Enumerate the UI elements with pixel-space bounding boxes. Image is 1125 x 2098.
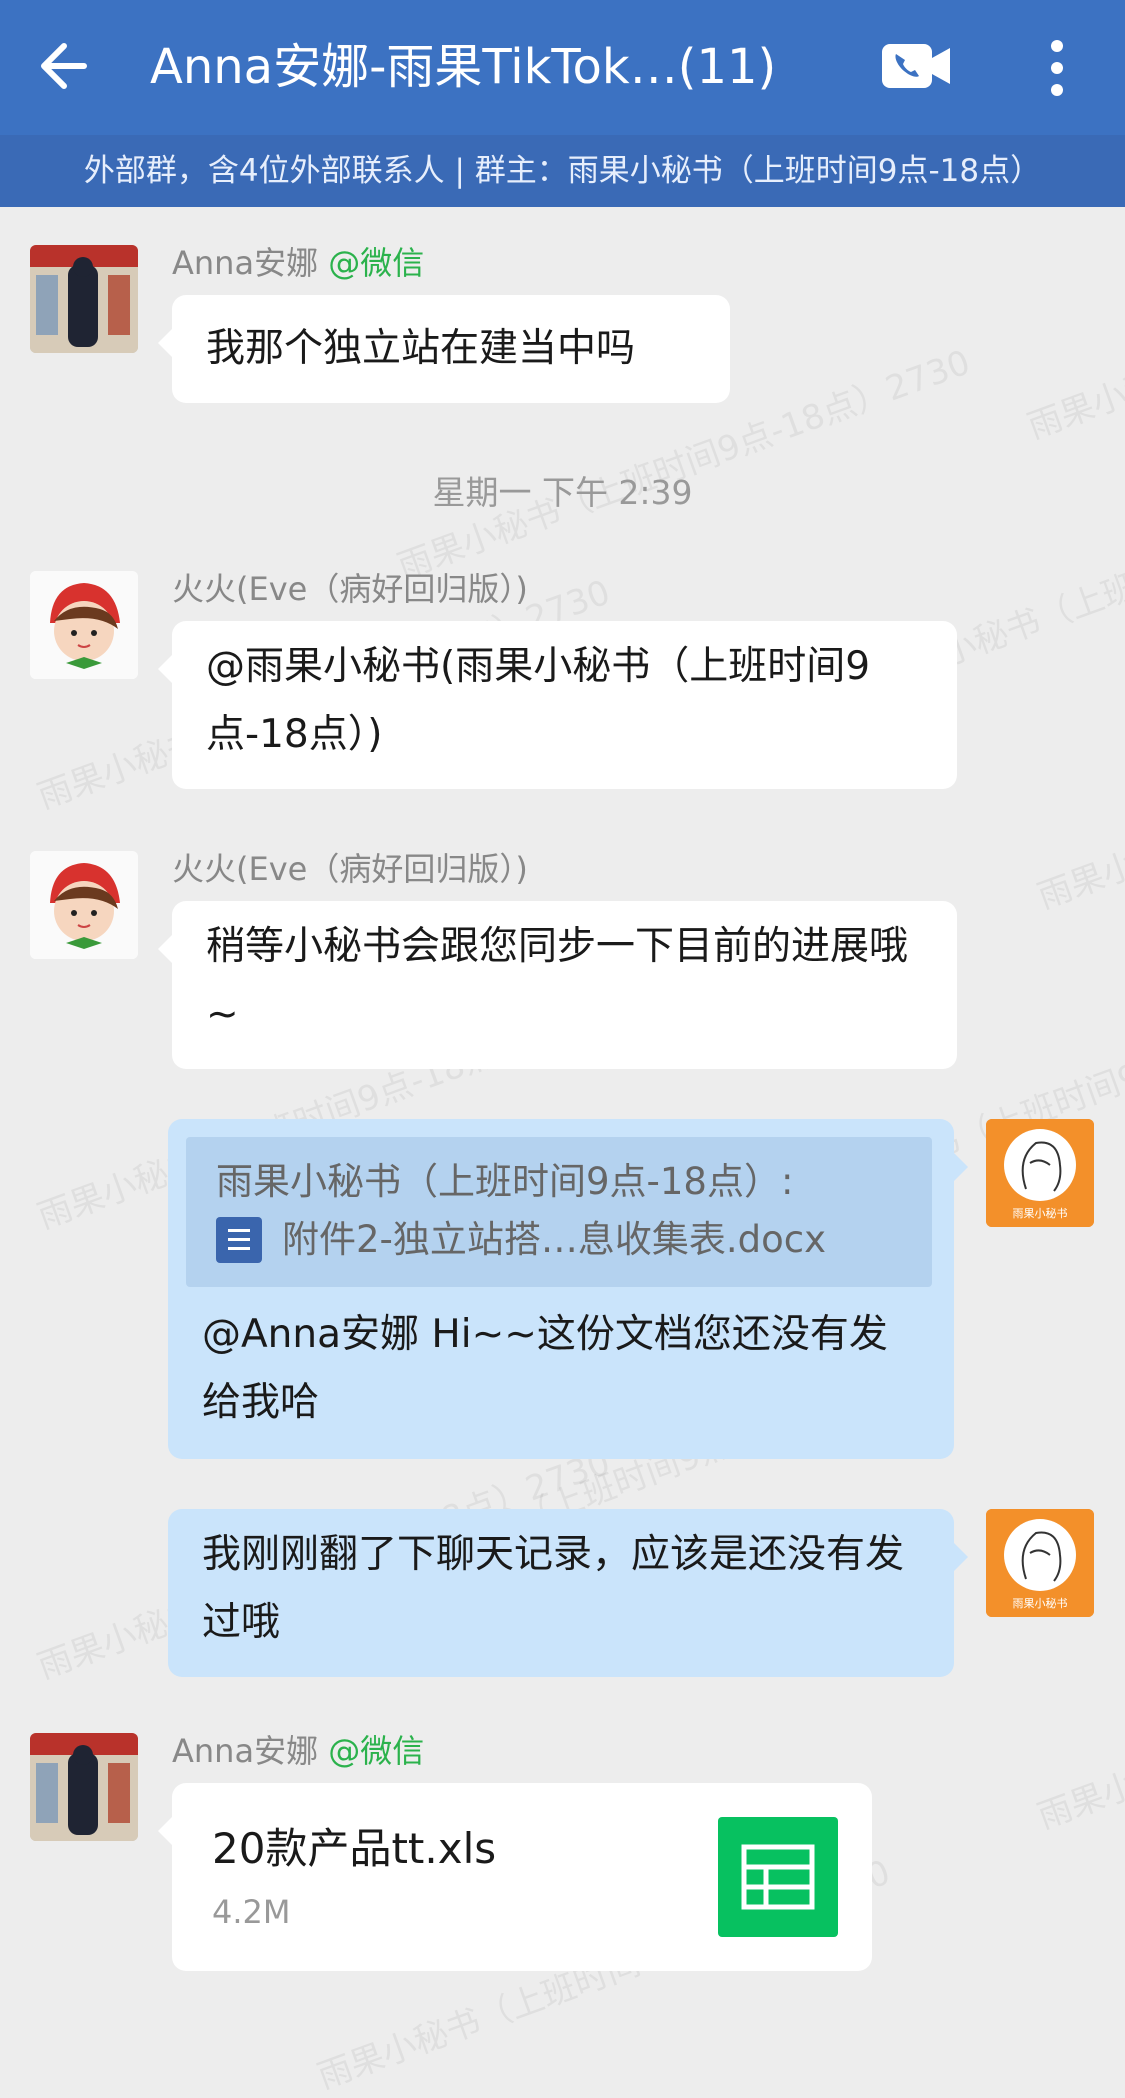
sender-source-tag: @微信 — [328, 1732, 425, 1770]
chat-message-list[interactable]: 雨果小秘书（上班时间9点-18点）2730 雨果小秘书（上班时间9点-18点）2… — [0, 202, 1125, 2097]
message-bubble-self[interactable]: 我刚刚翻了下聊天记录，应该是还没有发过哦 — [168, 1509, 968, 1677]
chat-header: Anna安娜-雨果TikTok…(11) — [0, 0, 1125, 135]
avatar-anna[interactable] — [30, 245, 138, 353]
back-arrow-icon[interactable] — [34, 34, 98, 98]
message-text: 稍等小秘书会跟您同步一下目前的进展哦~ — [206, 924, 909, 1037]
message-text: 我那个独立站在建当中吗 — [206, 326, 636, 371]
avatar-label: 雨果小秘书 — [1013, 1206, 1068, 1220]
sender-name: Anna安娜 @微信 — [172, 1731, 424, 1771]
chat-title: Anna安娜-雨果TikTok…(11) — [150, 39, 777, 95]
sender-name: Anna安娜 @微信 — [172, 243, 424, 283]
message-bubble-self[interactable]: 雨果小秘书（上班时间9点-18点）: 附件2-独立站搭…息收集表.docx @A… — [168, 1119, 968, 1459]
group-info-bar[interactable]: 外部群，含4位外部联系人 | 群主：雨果小秘书（上班时间9点-18点） — [0, 135, 1125, 207]
message-bubble[interactable]: 我那个独立站在建当中吗 — [158, 295, 730, 403]
watermark: 雨果小秘书（上班时间9点-18点）2730 — [1032, 1592, 1125, 1838]
sender-name-text: Anna安娜 — [172, 1732, 319, 1770]
quote-file-name: 附件2-独立站搭…息收集表.docx — [282, 1218, 827, 1261]
quoted-message[interactable]: 雨果小秘书（上班时间9点-18点）: 附件2-独立站搭…息收集表.docx — [186, 1137, 932, 1287]
sender-name: 火火(Eve（病好回归版）) — [172, 850, 528, 888]
watermark: 雨果小秘书（上班时间9点-18点）2730 — [1022, 202, 1125, 448]
spreadsheet-icon — [718, 1817, 838, 1937]
quote-attachment: 附件2-独立站搭…息收集表.docx — [216, 1211, 902, 1269]
sender-source-tag: @微信 — [328, 244, 425, 282]
document-icon — [216, 1217, 262, 1263]
sender-name-text: Anna安娜 — [172, 244, 319, 282]
file-message-card[interactable]: 20款产品tt.xls 4.2M — [158, 1783, 872, 1971]
avatar-anna[interactable] — [30, 1733, 138, 1841]
quote-author: 雨果小秘书（上班时间9点-18点）: — [216, 1160, 794, 1203]
message-bubble[interactable]: 稍等小秘书会跟您同步一下目前的进展哦~ — [158, 901, 957, 1069]
sender-name: 火火(Eve（病好回归版）) — [172, 570, 528, 608]
avatar-eve[interactable] — [30, 851, 138, 959]
avatar-label: 雨果小秘书 — [1013, 1596, 1068, 1610]
message-text: @Anna安娜 Hi~~这份文档您还没有发给我哈 — [202, 1312, 888, 1425]
avatar-eve[interactable] — [30, 571, 138, 679]
watermark: 雨果小秘书（上班时间9点-18点）2730 — [1032, 672, 1125, 918]
message-text: @雨果小秘书(雨果小秘书（上班时间9点-18点）) — [206, 644, 871, 757]
avatar-self[interactable]: 雨果小秘书 — [986, 1119, 1094, 1227]
message-bubble[interactable]: @雨果小秘书(雨果小秘书（上班时间9点-18点）) — [158, 621, 957, 789]
timestamp: 星期一 下午 2:39 — [432, 473, 693, 512]
more-options-icon[interactable] — [1040, 36, 1074, 100]
avatar-self[interactable]: 雨果小秘书 — [986, 1509, 1094, 1617]
file-size: 4.2M — [212, 1893, 291, 1931]
video-call-icon[interactable] — [880, 40, 952, 92]
message-text: 我刚刚翻了下聊天记录，应该是还没有发过哦 — [202, 1532, 905, 1645]
file-name: 20款产品tt.xls — [212, 1824, 497, 1873]
